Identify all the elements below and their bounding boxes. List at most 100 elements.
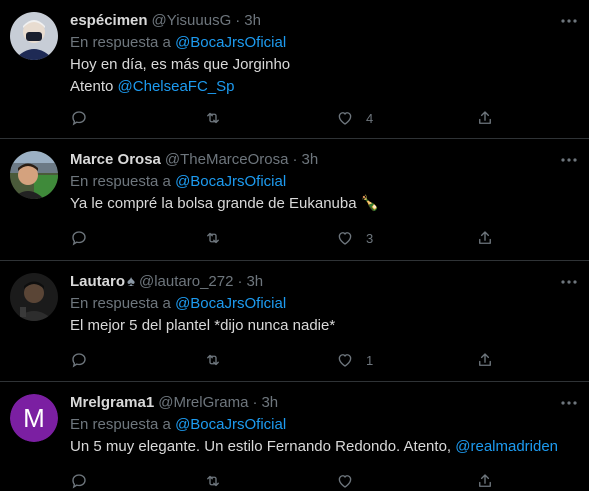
reply-prefix: En respuesta a bbox=[70, 34, 171, 51]
user-handle[interactable]: @MrelGrama bbox=[158, 393, 248, 413]
more-options-icon[interactable] bbox=[559, 393, 579, 413]
like-count: 3 bbox=[366, 230, 374, 246]
dark-photo-avatar-icon bbox=[10, 273, 58, 321]
tweet-text-line: El mejor 5 del plantel *dijo nunca nadie… bbox=[70, 317, 336, 334]
tweet-text-line: Un 5 muy elegante. Un estilo Fernando Re… bbox=[70, 436, 579, 458]
reply-mention-link[interactable]: @BocaJrsOficial bbox=[175, 34, 286, 51]
more-options-icon[interactable] bbox=[559, 11, 579, 31]
reply-icon bbox=[72, 474, 86, 489]
spade-emoji-icon: ♠ bbox=[127, 273, 135, 290]
tweet-text-prefix: Un 5 muy elegante. Un estilo Fernando Re… bbox=[70, 438, 456, 455]
mention-link[interactable]: @realmadriden bbox=[455, 438, 558, 455]
tweet[interactable]: M Mrelgrama1 @MrelGrama · 3h En respuest… bbox=[0, 382, 589, 491]
tweet-header: Marce Orosa @TheMarceOrosa · 3h bbox=[70, 150, 579, 170]
avatar[interactable] bbox=[10, 151, 58, 199]
separator-dot: · bbox=[237, 273, 243, 290]
timestamp[interactable]: 3h bbox=[246, 272, 263, 292]
reply-context: En respuesta a @BocaJrsOficial bbox=[70, 415, 579, 435]
more-options-icon[interactable] bbox=[559, 272, 579, 292]
reply-context: En respuesta a @BocaJrsOficial bbox=[70, 33, 579, 53]
avatar[interactable] bbox=[10, 12, 58, 60]
separator-dot: · bbox=[292, 151, 298, 168]
reply-icon bbox=[72, 231, 86, 246]
mention-link[interactable]: @ChelseaFC_Sp bbox=[118, 78, 235, 95]
display-name[interactable]: Mrelgrama1 bbox=[70, 393, 154, 413]
share-icon bbox=[479, 111, 491, 124]
retweet-button[interactable] bbox=[204, 471, 222, 491]
share-icon bbox=[479, 231, 491, 244]
like-button[interactable] bbox=[336, 471, 354, 491]
reply-button[interactable] bbox=[70, 228, 88, 248]
avatar[interactable] bbox=[10, 273, 58, 321]
tweet-text-line: Ya le compré la bolsa grande de Eukanuba… bbox=[70, 195, 380, 212]
more-options-icon[interactable] bbox=[559, 150, 579, 170]
tweet-text: Un 5 muy elegante. Un estilo Fernando Re… bbox=[70, 436, 579, 458]
tweet[interactable]: Marce Orosa @TheMarceOrosa · 3h En respu… bbox=[0, 139, 589, 261]
display-name[interactable]: Marce Orosa bbox=[70, 150, 161, 170]
tweet-text-line: Hoy en día, es más que Jorginho bbox=[70, 56, 291, 73]
user-handle[interactable]: @YisuuusG bbox=[152, 11, 232, 31]
stadium-selfie-avatar-icon bbox=[10, 151, 58, 199]
retweet-button[interactable] bbox=[204, 350, 222, 370]
reply-prefix: En respuesta a bbox=[70, 295, 171, 312]
tweet-actions bbox=[70, 471, 494, 491]
tweet-header: Mrelgrama1 @MrelGrama · 3h bbox=[70, 393, 579, 413]
separator-dot: · bbox=[235, 12, 241, 29]
reply-context: En respuesta a @BocaJrsOficial bbox=[70, 294, 579, 314]
tweet-text-prefix: Atento bbox=[70, 78, 118, 95]
tweet-header: espécimen @YisuuusG · 3h bbox=[70, 11, 579, 31]
reply-icon bbox=[72, 353, 86, 368]
display-name[interactable]: espécimen bbox=[70, 11, 148, 31]
retweet-icon bbox=[207, 112, 219, 124]
user-handle[interactable]: @lautaro_272 bbox=[139, 272, 233, 292]
tweet-text: Ya le compré la bolsa grande de Eukanuba… bbox=[70, 193, 579, 215]
display-name[interactable]: Lautaro bbox=[70, 272, 125, 292]
tweet-text: Hoy en día, es más que Jorginho Atento @… bbox=[70, 54, 579, 98]
tweet-actions: 3 bbox=[70, 228, 494, 248]
like-count: 4 bbox=[366, 110, 374, 126]
share-button[interactable] bbox=[476, 350, 494, 370]
reply-button[interactable] bbox=[70, 350, 88, 370]
share-button[interactable] bbox=[476, 228, 494, 248]
like-count: 1 bbox=[366, 352, 374, 368]
retweet-icon bbox=[207, 232, 219, 244]
reply-button[interactable] bbox=[70, 108, 88, 128]
avatar[interactable]: M bbox=[10, 394, 58, 442]
share-button[interactable] bbox=[476, 471, 494, 491]
user-handle[interactable]: @TheMarceOrosa bbox=[165, 150, 289, 170]
separator-dot: · bbox=[252, 394, 258, 411]
tweet[interactable]: espécimen @YisuuusG · 3h En respuesta a … bbox=[0, 0, 589, 139]
tweet-header: Lautaro ♠ @lautaro_272 · 3h bbox=[70, 272, 579, 292]
tweet-actions: 1 bbox=[70, 350, 494, 370]
reply-mention-link[interactable]: @BocaJrsOficial bbox=[175, 295, 286, 312]
letter-m-avatar-icon: M bbox=[10, 394, 58, 442]
reply-prefix: En respuesta a bbox=[70, 416, 171, 433]
reply-icon bbox=[72, 111, 86, 126]
replies-feed: espécimen @YisuuusG · 3h En respuesta a … bbox=[0, 0, 589, 491]
share-icon bbox=[479, 474, 491, 487]
tweet-text-line: Atento @ChelseaFC_Sp bbox=[70, 76, 579, 98]
avatar-letter: M bbox=[23, 403, 45, 433]
timestamp[interactable]: 3h bbox=[244, 11, 261, 31]
retweet-icon bbox=[207, 475, 219, 487]
tweet-actions: 4 bbox=[70, 108, 494, 128]
tweet[interactable]: Lautaro ♠ @lautaro_272 · 3h En respuesta… bbox=[0, 261, 589, 382]
masked-person-avatar-icon bbox=[10, 12, 58, 60]
reply-mention-link[interactable]: @BocaJrsOficial bbox=[175, 173, 286, 190]
reply-context: En respuesta a @BocaJrsOficial bbox=[70, 172, 579, 192]
like-button[interactable]: 4 bbox=[336, 108, 373, 128]
reply-button[interactable] bbox=[70, 471, 88, 491]
timestamp[interactable]: 3h bbox=[302, 150, 319, 170]
heart-icon bbox=[338, 232, 352, 245]
like-button[interactable]: 1 bbox=[336, 350, 373, 370]
like-button[interactable]: 3 bbox=[336, 228, 373, 248]
retweet-button[interactable] bbox=[204, 108, 222, 128]
share-button[interactable] bbox=[476, 108, 494, 128]
retweet-icon bbox=[207, 354, 219, 366]
timestamp[interactable]: 3h bbox=[261, 393, 278, 413]
reply-prefix: En respuesta a bbox=[70, 173, 171, 190]
share-icon bbox=[479, 353, 491, 366]
retweet-button[interactable] bbox=[204, 228, 222, 248]
reply-mention-link[interactable]: @BocaJrsOficial bbox=[175, 416, 286, 433]
heart-icon bbox=[338, 354, 352, 367]
